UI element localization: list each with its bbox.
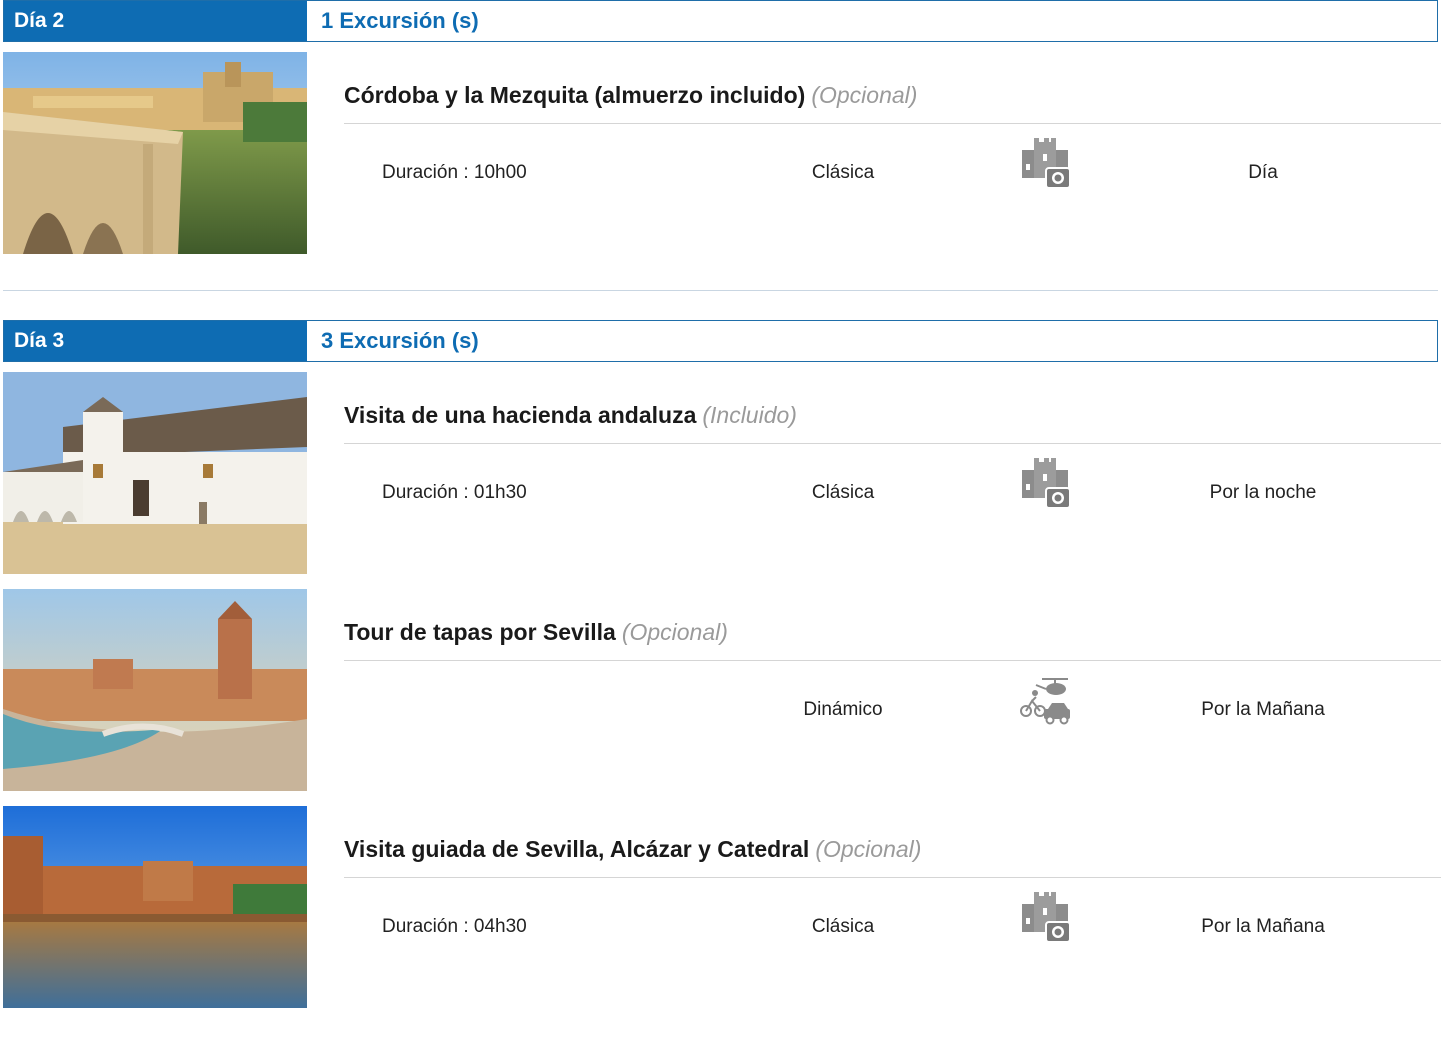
time-of-day: Por la Mañana xyxy=(1201,916,1325,937)
excursion-status: (Opcional) xyxy=(811,82,918,108)
excursion-status: (Opcional) xyxy=(621,619,728,645)
excursion-status: (Opcional) xyxy=(815,836,922,862)
duration: Duración : 10h00 xyxy=(382,162,527,183)
duration: Duración : 01h30 xyxy=(382,482,527,503)
castle-camera-icon xyxy=(1018,890,1074,946)
time-of-day: Por la noche xyxy=(1209,482,1317,503)
excursion-name[interactable]: Visita de una hacienda andaluza xyxy=(344,402,696,428)
day-label: Día 2 xyxy=(4,1,307,41)
divider xyxy=(344,443,1441,444)
divider xyxy=(344,660,1441,661)
excursion-name[interactable]: Tour de tapas por Sevilla xyxy=(344,619,616,645)
excursion-card[interactable]: Visita de una hacienda andaluza (Incluido… xyxy=(3,372,1441,574)
excursion-name[interactable]: Córdoba y la Mezquita (almuerzo incluido… xyxy=(344,82,805,108)
excursion-type: Clásica xyxy=(811,482,875,503)
excursion-photo-sevilla[interactable] xyxy=(3,806,307,1008)
castle-camera-icon xyxy=(1018,136,1074,192)
excursion-name[interactable]: Visita guiada de Sevilla, Alcázar y Cate… xyxy=(344,836,809,862)
excursion-card[interactable]: Tour de tapas por Sevilla (Opcional) Diná… xyxy=(3,589,1441,791)
duration: Duración : 04h30 xyxy=(382,916,527,937)
time-of-day: Día xyxy=(1248,162,1278,183)
excursion-type: Clásica xyxy=(811,162,875,183)
excursion-title[interactable]: Visita de una hacienda andaluza (Incluido… xyxy=(344,402,797,429)
excursion-count: 3 Excursión (s) xyxy=(321,328,479,353)
section-divider xyxy=(3,290,1438,291)
excursion-title[interactable]: Córdoba y la Mezquita (almuerzo incluido… xyxy=(344,82,917,109)
excursion-photo-cordoba[interactable] xyxy=(3,52,307,254)
excursion-title[interactable]: Visita guiada de Sevilla, Alcázar y Cate… xyxy=(344,836,921,863)
day-header-3: Día 3 3 Excursión (s) xyxy=(3,320,1438,362)
excursion-type: Clásica xyxy=(811,916,875,937)
excursion-photo-plaza[interactable] xyxy=(3,589,307,791)
excursion-card[interactable]: Visita guiada de Sevilla, Alcázar y Cate… xyxy=(3,806,1441,1008)
excursion-status: (Incluido) xyxy=(702,402,797,428)
time-of-day: Por la Mañana xyxy=(1201,699,1325,720)
castle-camera-icon xyxy=(1018,456,1074,512)
excursion-type: Dinámico xyxy=(803,699,883,720)
excursion-title[interactable]: Tour de tapas por Sevilla (Opcional) xyxy=(344,619,728,646)
excursion-count: 1 Excursión (s) xyxy=(321,8,479,33)
day-header-2: Día 2 1 Excursión (s) xyxy=(3,0,1438,42)
divider xyxy=(344,877,1441,878)
excursion-photo-hacienda[interactable] xyxy=(3,372,307,574)
day-label: Día 3 xyxy=(4,321,307,361)
helicopter-bike-car-icon xyxy=(1018,673,1074,729)
excursion-card[interactable]: Córdoba y la Mezquita (almuerzo incluido… xyxy=(3,52,1441,254)
divider xyxy=(344,123,1441,124)
